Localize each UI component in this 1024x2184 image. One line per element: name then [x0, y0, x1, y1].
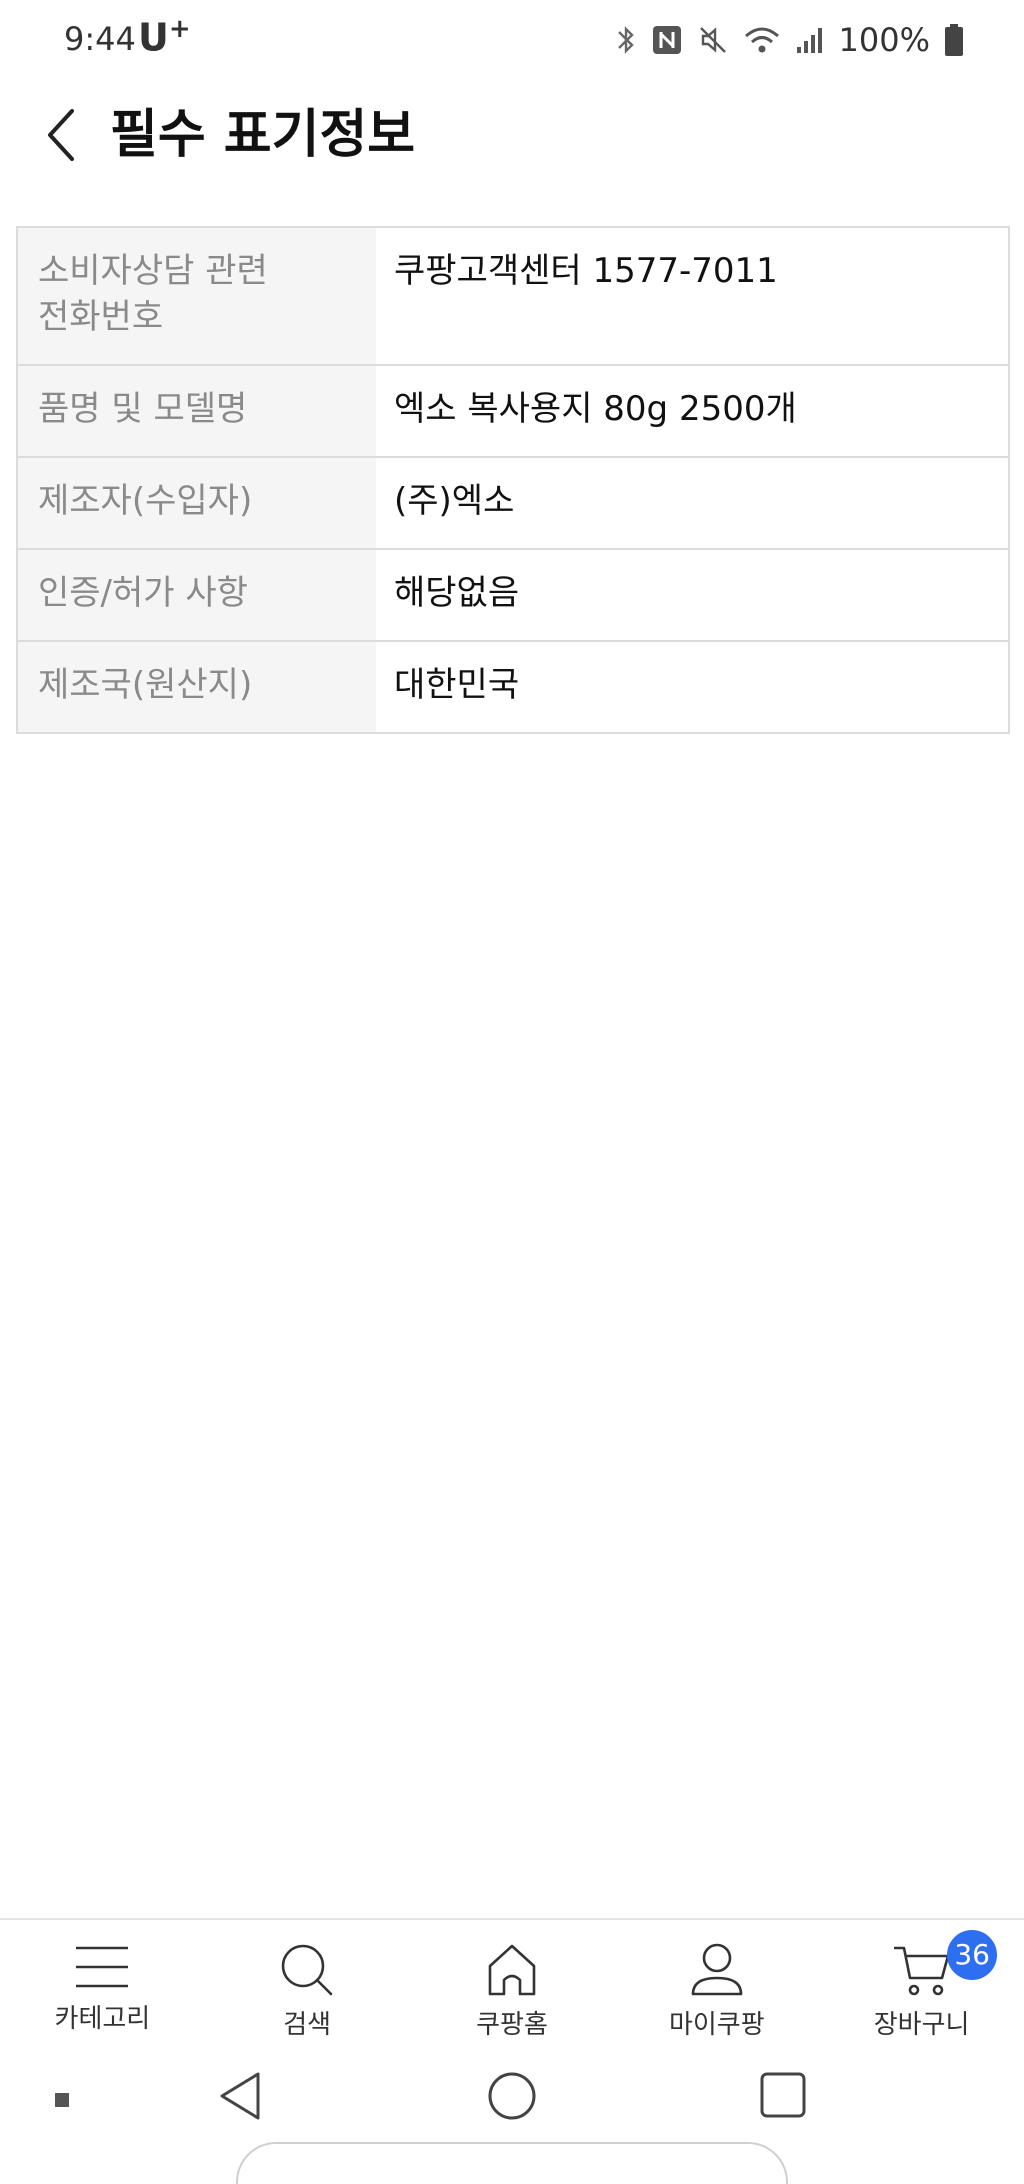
- carrier-name: U: [138, 15, 169, 60]
- nav-item-cart[interactable]: 장바구니 36: [819, 1920, 1024, 2050]
- chevron-left-icon: [48, 109, 74, 161]
- nav-label-cart: 장바구니: [873, 2010, 970, 2040]
- square-dot-icon: [55, 2093, 69, 2107]
- circle-home-icon: [488, 2072, 536, 2120]
- row-label-manufacturer: 제조자(수입자): [17, 456, 376, 549]
- home-icon: [488, 1944, 536, 1996]
- triangle-back-icon: [220, 2072, 260, 2120]
- system-recents-button[interactable]: [758, 2070, 808, 2120]
- info-table: 소비자상담 관련전화번호 쿠팡고객센터 1577-7011 품명 및 모델명 엑…: [16, 226, 1010, 734]
- bluetooth-icon: [617, 26, 634, 54]
- cart-icon: [893, 1946, 949, 1996]
- bottom-nav: 카테고리 검색 쿠팡홈 마이쿠팡 장바구니 36: [0, 1918, 1024, 2050]
- search-icon: [281, 1944, 333, 1996]
- status-bar: 9:44 U+ 100%: [0, 0, 1024, 80]
- system-menu-button[interactable]: [52, 2090, 72, 2110]
- table-row: 제조국(원산지) 대한민국: [17, 640, 1009, 733]
- wifi-icon: [744, 27, 779, 53]
- battery-percent: 100%: [838, 21, 930, 59]
- system-nav: [0, 2050, 1024, 2184]
- row-value-origin: 대한민국: [376, 640, 1009, 733]
- header: 필수 표기정보: [0, 90, 1024, 180]
- row-value-manufacturer: (주)엑소: [376, 456, 1009, 549]
- status-time: 9:44: [64, 20, 136, 58]
- status-icons: 100%: [615, 18, 964, 62]
- row-label-contact: 소비자상담 관련전화번호: [17, 227, 376, 365]
- table-row: 소비자상담 관련전화번호 쿠팡고객센터 1577-7011: [17, 227, 1009, 365]
- row-label-certification: 인증/허가 사항: [17, 548, 376, 641]
- square-recents-icon: [760, 2072, 806, 2118]
- nfc-icon: [652, 26, 681, 54]
- nav-item-search[interactable]: 검색: [205, 1920, 410, 2050]
- row-label-line-2: 전화번호: [38, 297, 164, 337]
- table-row: 품명 및 모델명 엑소 복사용지 80g 2500개: [17, 364, 1009, 457]
- row-value-certification: 해당없음: [376, 548, 1009, 641]
- system-home-button[interactable]: [486, 2070, 538, 2122]
- table-row: 인증/허가 사항 해당없음: [17, 548, 1009, 641]
- gesture-handle[interactable]: [236, 2142, 788, 2184]
- battery-icon: [945, 24, 963, 56]
- nav-label-home: 쿠팡홈: [476, 2010, 548, 2040]
- system-back-button[interactable]: [216, 2070, 264, 2122]
- nav-label-search: 검색: [283, 2010, 332, 2040]
- carrier-label: U+: [138, 14, 191, 60]
- signal-icon: [796, 28, 822, 53]
- row-value-product: 엑소 복사용지 80g 2500개: [376, 364, 1009, 457]
- cart-count-badge: 36: [947, 1930, 998, 1980]
- menu-icon: [76, 1946, 129, 1988]
- nav-item-my[interactable]: 마이쿠팡: [614, 1920, 819, 2050]
- nav-item-category[interactable]: 카테고리: [0, 1920, 205, 2050]
- mute-icon: [699, 27, 726, 53]
- back-button[interactable]: [30, 100, 90, 170]
- page-title: 필수 표기정보: [110, 105, 416, 165]
- carrier-plus: +: [168, 14, 191, 44]
- nav-label-category: 카테고리: [54, 2004, 151, 2034]
- row-value-contact: 쿠팡고객센터 1577-7011: [394, 251, 778, 291]
- user-icon: [691, 1943, 743, 1996]
- nav-label-my: 마이쿠팡: [668, 2010, 765, 2040]
- row-label-origin: 제조국(원산지): [17, 640, 376, 733]
- nav-item-home[interactable]: 쿠팡홈: [410, 1920, 615, 2050]
- row-label-product: 품명 및 모델명: [17, 364, 376, 457]
- row-label-line-1: 소비자상담 관련: [38, 251, 268, 291]
- table-row: 제조자(수입자) (주)엑소: [17, 456, 1009, 549]
